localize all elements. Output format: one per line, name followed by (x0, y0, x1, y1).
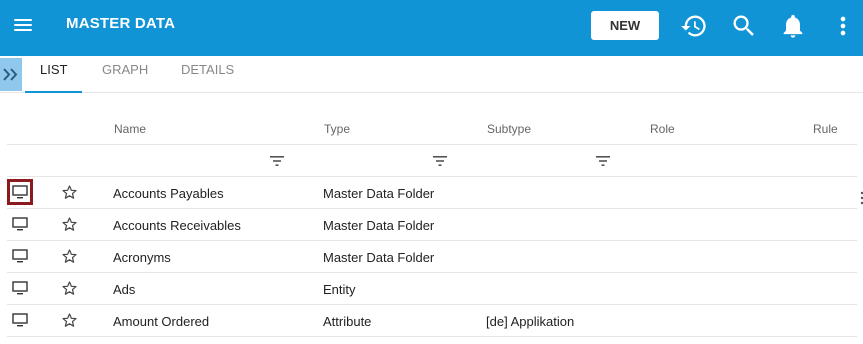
tab-graph[interactable]: GRAPH (87, 56, 163, 93)
monitor-icon (12, 313, 28, 327)
table-row[interactable]: Amount Ordered Attribute [de] Applikation (7, 305, 857, 337)
master-data-table: Name Type Subtype Role Rule Accounts Pay… (7, 113, 857, 337)
column-header-rule[interactable]: Rule (813, 122, 838, 136)
new-button[interactable]: NEW (591, 11, 659, 40)
table-row[interactable]: Acronyms Master Data Folder (7, 241, 857, 273)
monitor-icon (12, 281, 28, 295)
open-item-button[interactable] (7, 243, 33, 269)
cell-type: Entity (323, 282, 356, 297)
column-header-role[interactable]: Role (650, 122, 675, 136)
open-item-button[interactable] (7, 275, 33, 301)
tab-list[interactable]: LIST (25, 56, 83, 93)
open-item-button[interactable] (7, 307, 33, 333)
menu-icon[interactable] (14, 16, 36, 40)
star-icon[interactable] (62, 313, 77, 328)
cell-name[interactable]: Amount Ordered (113, 314, 209, 329)
cell-name[interactable]: Accounts Payables (113, 186, 224, 201)
cell-type: Master Data Folder (323, 218, 435, 233)
column-header-type[interactable]: Type (324, 122, 350, 136)
filter-row (7, 145, 857, 177)
monitor-icon (12, 249, 28, 263)
column-header-name[interactable]: Name (114, 122, 146, 136)
double-chevron-right-icon (3, 68, 18, 81)
cell-type: Master Data Folder (323, 186, 435, 201)
expand-sidebar-button[interactable] (0, 58, 22, 91)
tab-bar: LIST GRAPH DETAILS (0, 56, 863, 93)
cell-subtype: [de] Applikation (486, 314, 575, 329)
cell-name[interactable]: Accounts Receivables (113, 218, 241, 233)
app-header: MASTER DATA NEW (0, 0, 863, 56)
table-header: Name Type Subtype Role Rule (7, 113, 857, 145)
cell-type: Master Data Folder (323, 250, 435, 265)
star-icon[interactable] (62, 249, 77, 264)
more-vert-icon[interactable] (829, 12, 857, 40)
star-icon[interactable] (62, 281, 77, 296)
history-icon[interactable] (680, 12, 708, 40)
monitor-icon (12, 185, 28, 199)
table-row[interactable]: Ads Entity (7, 273, 857, 305)
star-icon[interactable] (62, 217, 77, 232)
table-row[interactable]: Accounts Receivables Master Data Folder (7, 209, 857, 241)
tab-details[interactable]: DETAILS (166, 56, 249, 93)
page-title: MASTER DATA (66, 15, 176, 32)
filter-subtype-icon[interactable] (596, 155, 610, 167)
cell-name[interactable]: Ads (113, 282, 135, 297)
bell-icon[interactable] (779, 12, 807, 40)
table-row[interactable]: Accounts Payables Master Data Folder (7, 177, 857, 209)
search-icon[interactable] (730, 12, 758, 40)
cell-name[interactable]: Acronyms (113, 250, 171, 265)
open-item-button[interactable] (7, 179, 33, 205)
open-item-button[interactable] (7, 211, 33, 237)
column-header-subtype[interactable]: Subtype (487, 122, 531, 136)
filter-name-icon[interactable] (270, 155, 284, 167)
monitor-icon (12, 217, 28, 231)
filter-type-icon[interactable] (433, 155, 447, 167)
cell-type: Attribute (323, 314, 372, 329)
star-icon[interactable] (62, 185, 77, 200)
row-more-icon[interactable] (859, 191, 863, 205)
